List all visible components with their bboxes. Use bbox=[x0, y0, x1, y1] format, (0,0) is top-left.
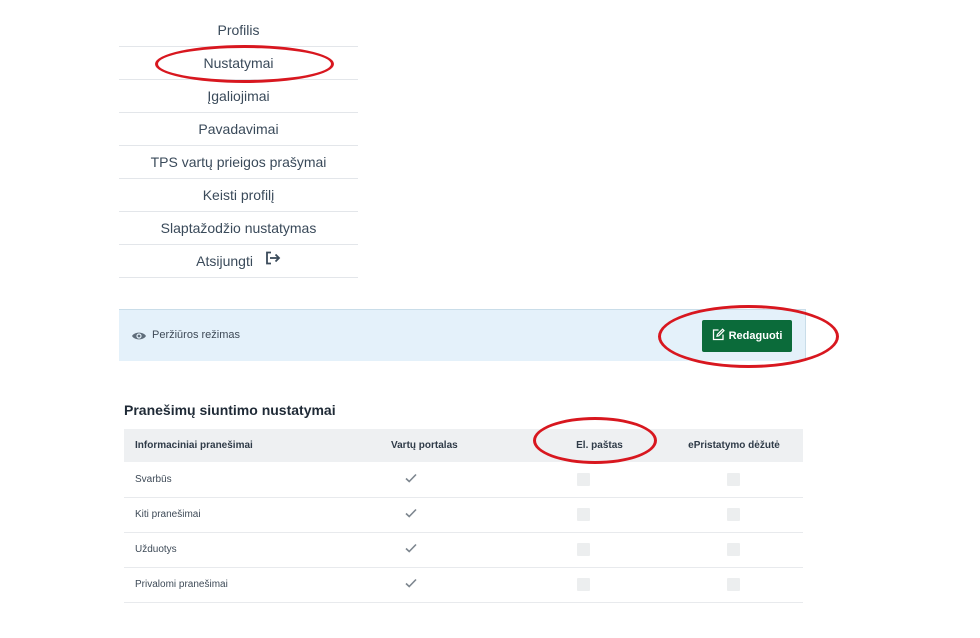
menu-item-label: Slaptažodžio nustatymas bbox=[160, 220, 317, 236]
row-label: Užduotys bbox=[124, 532, 391, 568]
section-title: Pranešimų siuntimo nustatymai bbox=[124, 402, 336, 418]
table-row: Kiti pranešimai bbox=[124, 497, 803, 533]
edit-button-label: Redaguoti bbox=[728, 330, 783, 342]
menu-item-label: Nustatymai bbox=[203, 55, 274, 71]
email-checkbox[interactable] bbox=[577, 472, 590, 486]
epristatymas-checkbox[interactable] bbox=[727, 578, 740, 591]
column-header-portal: Vartų portalas bbox=[391, 429, 534, 462]
profile-menu: Profilis Nustatymai Įgaliojimai Pavadavi… bbox=[119, 14, 358, 278]
edit-button[interactable]: Redaguoti bbox=[702, 320, 792, 352]
checkmark-icon[interactable] bbox=[405, 578, 417, 591]
menu-item-password-settings[interactable]: Slaptažodžio nustatymas bbox=[119, 212, 358, 245]
epristatymas-checkbox[interactable] bbox=[727, 508, 740, 521]
table-header-row: Informaciniai pranešimai Vartų portalas … bbox=[124, 429, 803, 462]
menu-item-logout[interactable]: Atsijungti bbox=[119, 245, 358, 278]
email-checkbox[interactable] bbox=[577, 543, 590, 556]
checkmark-icon[interactable] bbox=[405, 543, 417, 556]
notification-settings-table: Informaciniai pranešimai Vartų portalas … bbox=[124, 429, 803, 603]
table-row: Užduotys bbox=[124, 532, 803, 568]
menu-item-label: Įgaliojimai bbox=[207, 88, 270, 104]
logout-icon bbox=[265, 244, 281, 277]
email-checkbox[interactable] bbox=[577, 508, 590, 521]
menu-item-profilis[interactable]: Profilis bbox=[119, 14, 358, 47]
email-checkbox[interactable] bbox=[577, 578, 590, 591]
menu-item-label: Pavadavimai bbox=[198, 121, 279, 137]
menu-item-tps-requests[interactable]: TPS vartų prieigos prašymai bbox=[119, 146, 358, 179]
epristatymas-checkbox[interactable] bbox=[727, 472, 740, 486]
view-mode-bar: Peržiūros režimas Redaguoti bbox=[119, 309, 806, 361]
menu-item-change-profile[interactable]: Keisti profilį bbox=[119, 179, 358, 212]
menu-item-pavadavimai[interactable]: Pavadavimai bbox=[119, 113, 358, 146]
eye-icon bbox=[131, 329, 147, 347]
row-label: Privalomi pranešimai bbox=[124, 567, 391, 603]
menu-item-label: Atsijungti bbox=[196, 253, 253, 269]
row-label: Svarbūs bbox=[124, 462, 391, 498]
checkmark-icon[interactable] bbox=[405, 508, 417, 521]
edit-icon bbox=[712, 328, 725, 344]
table-row: Svarbūs bbox=[124, 462, 803, 498]
column-header-email: El. paštas bbox=[534, 429, 665, 462]
view-mode-label: Peržiūros režimas bbox=[152, 329, 241, 341]
epristatymas-checkbox[interactable] bbox=[727, 543, 740, 556]
menu-item-igaliojimai[interactable]: Įgaliojimai bbox=[119, 80, 358, 113]
menu-item-label: Keisti profilį bbox=[202, 187, 275, 203]
checkmark-icon[interactable] bbox=[405, 473, 417, 486]
column-header-type: Informaciniai pranešimai bbox=[124, 429, 391, 462]
table-row: Privalomi pranešimai bbox=[124, 567, 803, 603]
row-label: Kiti pranešimai bbox=[124, 497, 391, 533]
menu-item-label: TPS vartų prieigos prašymai bbox=[150, 154, 327, 170]
menu-item-nustatymai[interactable]: Nustatymai bbox=[119, 47, 358, 80]
column-header-epristatymas: ePristatymo dėžutė bbox=[665, 429, 803, 462]
menu-item-label: Profilis bbox=[217, 22, 260, 38]
